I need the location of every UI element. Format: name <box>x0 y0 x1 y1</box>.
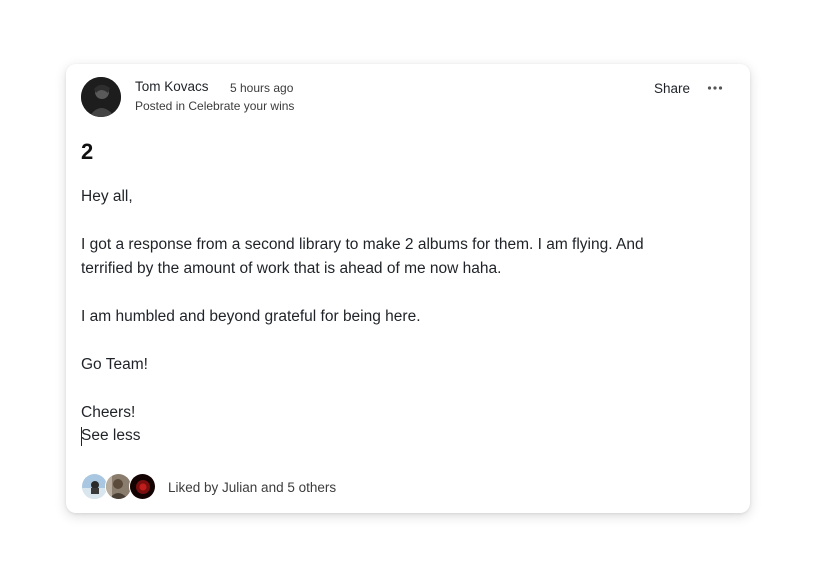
share-button[interactable]: Share <box>654 81 690 96</box>
liker-avatar-image <box>106 474 131 499</box>
liker-avatar-image <box>130 474 155 499</box>
post-paragraph: Go Team! <box>81 356 148 373</box>
liker-avatar <box>81 473 108 500</box>
liker-avatar <box>105 473 132 500</box>
author-avatar[interactable] <box>81 77 121 117</box>
likes-summary[interactable]: Liked by Julian and 5 others <box>168 480 336 495</box>
post-paragraph: I got a response from a second library t… <box>81 236 644 253</box>
liker-avatar <box>129 473 156 500</box>
more-horizontal-icon[interactable] <box>707 83 723 93</box>
post-card: Tom Kovacs 5 hours ago Posted in Celebra… <box>66 64 750 513</box>
post-paragraph: I am humbled and beyond grateful for bei… <box>81 308 421 325</box>
author-avatar-image <box>81 77 121 117</box>
post-paragraph: terrified by the amount of work that is … <box>81 260 502 277</box>
post-timestamp: 5 hours ago <box>230 81 294 95</box>
liker-avatar-image <box>82 474 107 499</box>
likers-avatars[interactable] <box>81 473 157 501</box>
posted-in-category[interactable]: Posted in Celebrate your wins <box>135 99 294 113</box>
post-title: 2 <box>81 139 94 164</box>
see-less-link[interactable]: See less <box>81 426 140 446</box>
post-paragraph: Cheers! <box>81 404 136 421</box>
author-name[interactable]: Tom Kovacs <box>135 79 209 94</box>
text-cursor <box>81 427 82 446</box>
post-paragraph: Hey all, <box>81 188 133 205</box>
